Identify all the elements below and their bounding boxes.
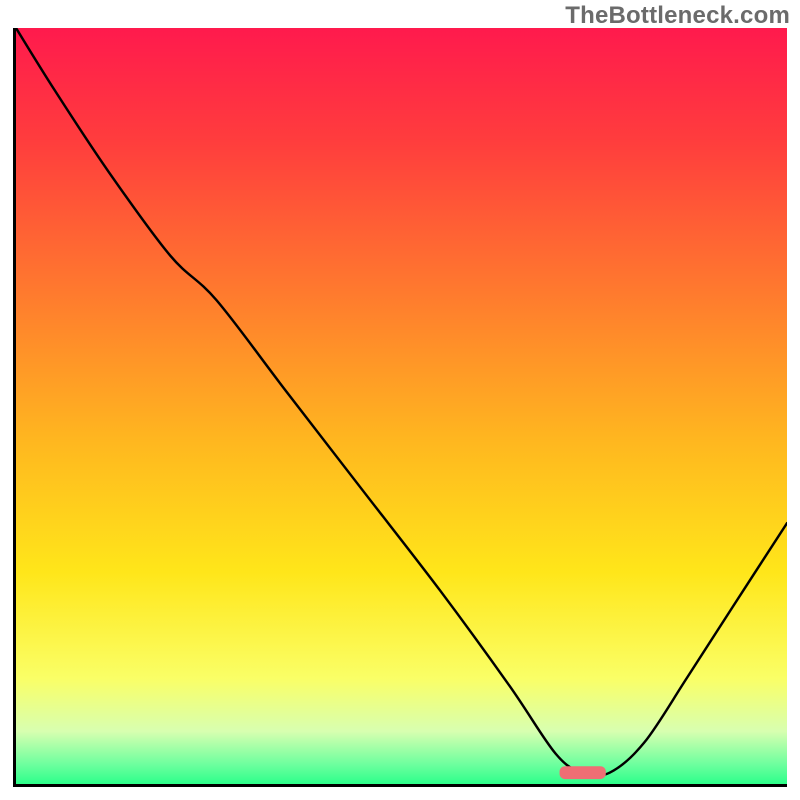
- optimal-marker: [16, 28, 787, 784]
- plot-area: [13, 28, 787, 787]
- watermark-text: TheBottleneck.com: [565, 2, 790, 30]
- chart-stage: TheBottleneck.com: [0, 0, 800, 800]
